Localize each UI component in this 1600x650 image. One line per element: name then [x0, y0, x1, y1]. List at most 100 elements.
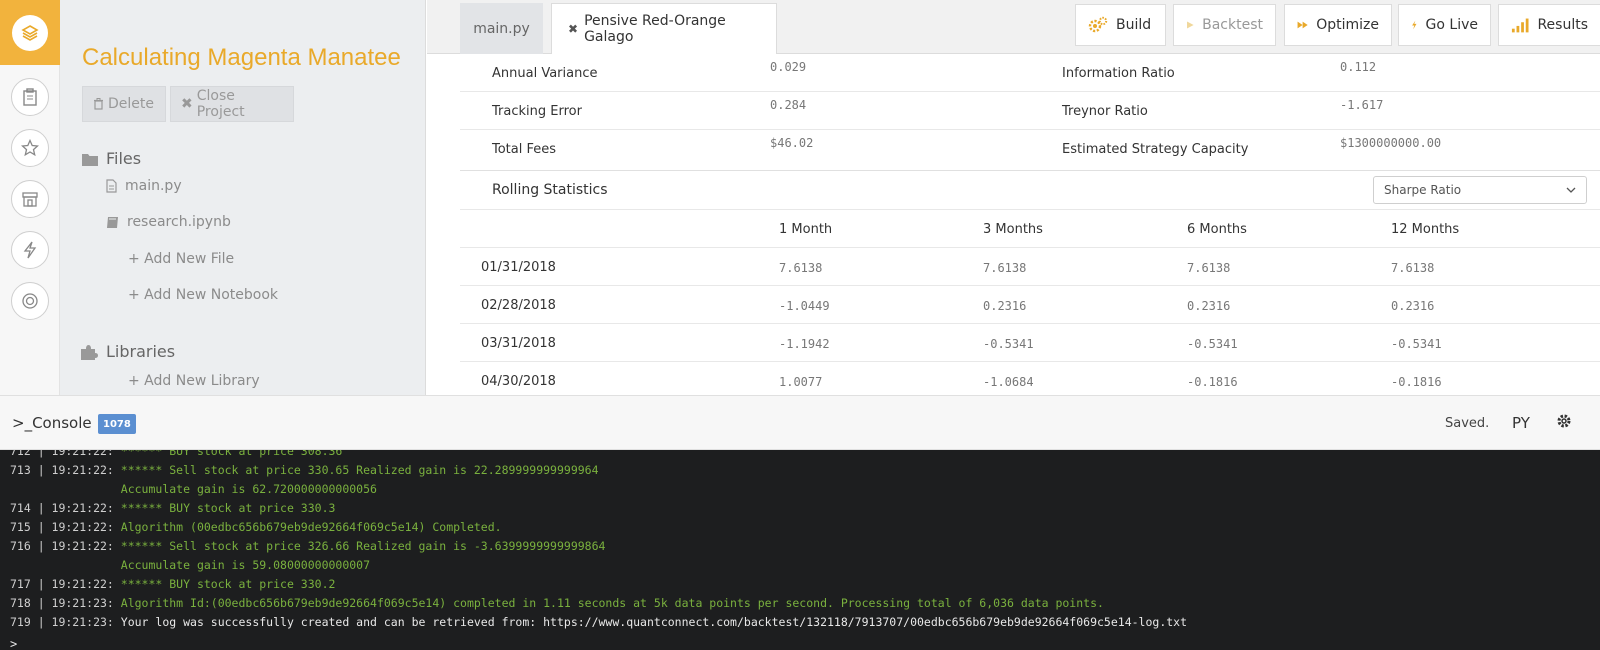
log-line: 712 | 19:21:22: ****** BUY stock at pric… [10, 450, 343, 458]
add-new-file-link[interactable]: + Add New File [128, 251, 234, 267]
table-row: 01/31/2018 7.6138 7.6138 7.6138 7.6138 [460, 248, 1600, 286]
stat-value: 0.029 [770, 60, 807, 74]
lightning-icon [23, 241, 36, 259]
log-line: 715 | 19:21:22: Algorithm (00edbc656b679… [10, 520, 502, 534]
cell-value: 7.6138 [983, 261, 1027, 275]
settings-button[interactable] [1556, 413, 1572, 433]
row-date: 03/31/2018 [481, 336, 556, 351]
log-line: 714 | 19:21:22: ****** BUY stock at pric… [10, 501, 336, 515]
close-tab-icon[interactable]: ✖ [568, 22, 578, 36]
file-item[interactable]: research.ipynb [106, 214, 231, 230]
close-project-button[interactable]: ✖ Close Project [170, 86, 294, 122]
stat-label: Estimated Strategy Capacity [1062, 142, 1249, 157]
tab-main-py[interactable]: main.py [460, 3, 543, 54]
cell-value: 0.2316 [983, 299, 1027, 313]
book-icon [107, 216, 118, 228]
rolling-table-header: 1 Month 3 Months 6 Months 12 Months [460, 210, 1600, 248]
language-indicator[interactable]: PY [1512, 414, 1530, 432]
rolling-statistics-title: Rolling Statistics [492, 182, 608, 198]
results-label: Results [1537, 17, 1588, 33]
optimize-label: Optimize [1316, 17, 1379, 33]
console-prompt[interactable]: >_ [10, 637, 24, 650]
clipboard-nav-button[interactable] [10, 78, 49, 116]
cell-value: -1.0684 [983, 375, 1034, 389]
stat-value: -1.617 [1340, 98, 1384, 112]
file-icon [106, 179, 117, 193]
column-header: 12 Months [1391, 222, 1460, 237]
go-live-label: Go Live [1425, 17, 1478, 33]
log-line: Accumulate gain is 62.720000000000056 [120, 482, 377, 496]
file-name: main.py [125, 178, 182, 194]
cell-value: 0.2316 [1391, 299, 1435, 313]
backtest-button[interactable]: Backtest [1173, 4, 1276, 46]
star-nav-button[interactable] [10, 129, 49, 167]
file-name: research.ipynb [127, 214, 231, 230]
folder-icon [82, 153, 98, 166]
console-log[interactable]: 712 | 19:21:22: ****** BUY stock at pric… [0, 450, 1600, 650]
puzzle-icon [81, 344, 98, 360]
log-line: 717 | 19:21:22: ****** BUY stock at pric… [10, 577, 336, 591]
support-nav-button[interactable] [10, 282, 49, 320]
stat-label: Treynor Ratio [1062, 104, 1148, 119]
row-date: 02/28/2018 [481, 298, 556, 313]
select-value: Sharpe Ratio [1384, 183, 1462, 197]
backtest-label: Backtest [1202, 17, 1263, 33]
rolling-metric-select[interactable]: Sharpe Ratio [1373, 176, 1587, 204]
tab-backtest-result[interactable]: ✖ Pensive Red-Orange Galago [551, 3, 777, 54]
cell-value: -0.5341 [1391, 337, 1442, 351]
cell-value: -0.5341 [1187, 337, 1238, 351]
lightning-icon [1412, 20, 1417, 30]
star-icon [20, 139, 39, 157]
cell-value: 7.6138 [779, 261, 823, 275]
libraries-label: Libraries [106, 342, 176, 361]
stat-row: Total Fees $46.02 Estimated Strategy Cap… [460, 130, 1600, 168]
log-line: 716 | 19:21:22: ****** Sell stock at pri… [10, 539, 606, 553]
tab-bar: main.py ✖ Pensive Red-Orange Galago Buil… [427, 0, 1600, 54]
column-header: 6 Months [1187, 222, 1247, 237]
cell-value: 0.2316 [1187, 299, 1231, 313]
stat-value: 0.284 [770, 98, 807, 112]
store-nav-button[interactable] [10, 180, 49, 218]
stat-label: Information Ratio [1062, 66, 1175, 81]
file-item[interactable]: main.py [106, 178, 182, 194]
libraries-section[interactable]: Libraries [80, 342, 175, 361]
cell-value: 7.6138 [1187, 261, 1231, 275]
projects-nav-button[interactable] [0, 0, 60, 65]
add-new-library-link[interactable]: + Add New Library [128, 373, 260, 389]
console-count-badge: 1078 [98, 414, 136, 434]
files-section[interactable]: Files [82, 149, 141, 168]
cell-value: 1.0077 [779, 375, 823, 389]
project-title: Calculating Magenta Manatee [82, 44, 401, 71]
live-nav-button[interactable] [10, 231, 49, 269]
stat-value: $1300000000.00 [1340, 136, 1442, 150]
results-panel: Annual Variance 0.029 Information Ratio … [460, 54, 1600, 395]
delete-label: Delete [108, 96, 154, 112]
row-date: 01/31/2018 [481, 260, 556, 275]
project-panel: Calculating Magenta Manatee Delete ✖ Clo… [60, 0, 426, 395]
add-new-notebook-link[interactable]: + Add New Notebook [128, 287, 278, 303]
column-header: 3 Months [983, 222, 1043, 237]
build-label: Build [1116, 17, 1152, 33]
results-button[interactable]: Results [1498, 4, 1600, 46]
log-line: Accumulate gain is 59.08000000000007 [120, 558, 371, 572]
column-header: 1 Month [779, 222, 833, 237]
layers-icon [12, 14, 48, 51]
close-icon: ✖ [181, 96, 193, 112]
delete-button[interactable]: Delete [82, 86, 166, 122]
files-label: Files [106, 149, 142, 168]
gear-icon [1557, 414, 1571, 428]
go-live-button[interactable]: Go Live [1398, 4, 1491, 46]
play-icon [1187, 21, 1194, 29]
gears-icon [1088, 16, 1108, 33]
trash-icon [94, 98, 103, 110]
log-line: 713 | 19:21:22: ****** Sell stock at pri… [10, 463, 599, 477]
table-row: 02/28/2018 -1.0449 0.2316 0.2316 0.2316 [460, 286, 1600, 324]
console-title[interactable]: >_Console [12, 414, 92, 432]
stat-label: Tracking Error [492, 104, 582, 119]
optimize-button[interactable]: Optimize [1284, 4, 1392, 46]
build-button[interactable]: Build [1075, 4, 1166, 46]
chevron-down-icon [1566, 187, 1576, 193]
bars-icon [1511, 18, 1529, 33]
cell-value: -0.1816 [1391, 375, 1442, 389]
icon-rail [0, 0, 60, 395]
